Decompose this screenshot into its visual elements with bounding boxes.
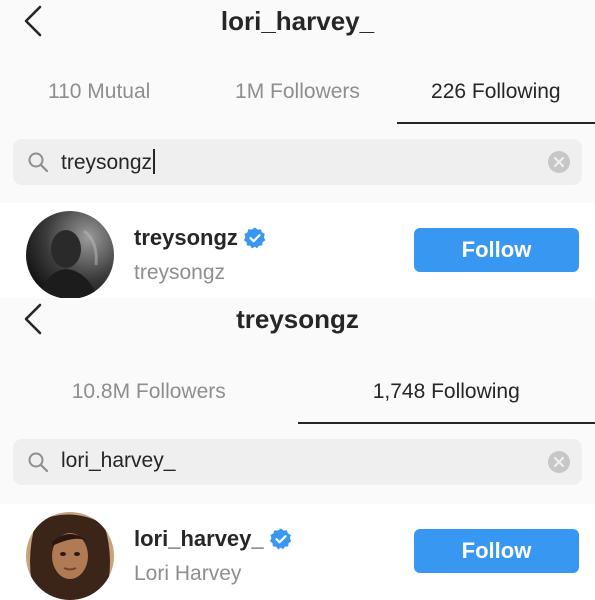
tab-following[interactable]: 1,748 Following <box>298 360 595 424</box>
follow-button[interactable]: Follow <box>414 228 579 272</box>
following-panel-lori: lori_harvey_ 110 Mutual 1M Followers 226… <box>0 0 595 298</box>
tab-bar: 110 Mutual 1M Followers 226 Following <box>0 60 595 124</box>
user-list-item[interactable]: lori_harvey_ Lori Harvey Follow <box>0 504 595 595</box>
search-bar[interactable]: lori_harvey_ <box>13 439 582 485</box>
avatar[interactable] <box>26 512 114 600</box>
tab-mutual[interactable]: 110 Mutual <box>0 60 198 124</box>
username-text: treysongz <box>134 225 238 251</box>
text-cursor <box>153 149 155 174</box>
search-icon <box>27 151 49 173</box>
username[interactable]: lori_harvey_ <box>134 526 292 552</box>
tab-following[interactable]: 226 Following <box>397 60 595 124</box>
avatar[interactable] <box>26 211 114 299</box>
clear-icon[interactable] <box>548 151 570 173</box>
tab-followers[interactable]: 1M Followers <box>198 60 396 124</box>
page-title: treysongz <box>0 304 595 335</box>
search-input[interactable]: treysongz <box>61 149 521 175</box>
follow-button[interactable]: Follow <box>414 529 579 573</box>
header: lori_harvey_ <box>0 0 595 60</box>
header: treysongz <box>0 298 595 358</box>
username[interactable]: treysongz <box>134 225 266 251</box>
full-name: treysongz <box>134 261 225 285</box>
username-text: lori_harvey_ <box>134 526 264 552</box>
avatar-image <box>26 211 114 299</box>
page-title: lori_harvey_ <box>0 6 595 37</box>
search-bar[interactable]: treysongz <box>13 139 582 185</box>
search-query: treysongz <box>61 151 152 174</box>
search-icon <box>27 451 49 473</box>
verified-badge-icon <box>270 528 292 550</box>
clear-icon[interactable] <box>548 451 570 473</box>
following-panel-trey: treysongz 10.8M Followers 1,748 Followin… <box>0 298 595 595</box>
search-query: lori_harvey_ <box>61 449 175 472</box>
verified-badge-icon <box>244 227 266 249</box>
avatar-image <box>26 512 114 600</box>
full-name: Lori Harvey <box>134 562 241 586</box>
search-input[interactable]: lori_harvey_ <box>61 449 521 473</box>
tab-followers[interactable]: 10.8M Followers <box>0 360 298 424</box>
tab-bar: 10.8M Followers 1,748 Following <box>0 360 595 424</box>
user-list-item[interactable]: treysongz treysongz Follow <box>0 203 595 313</box>
